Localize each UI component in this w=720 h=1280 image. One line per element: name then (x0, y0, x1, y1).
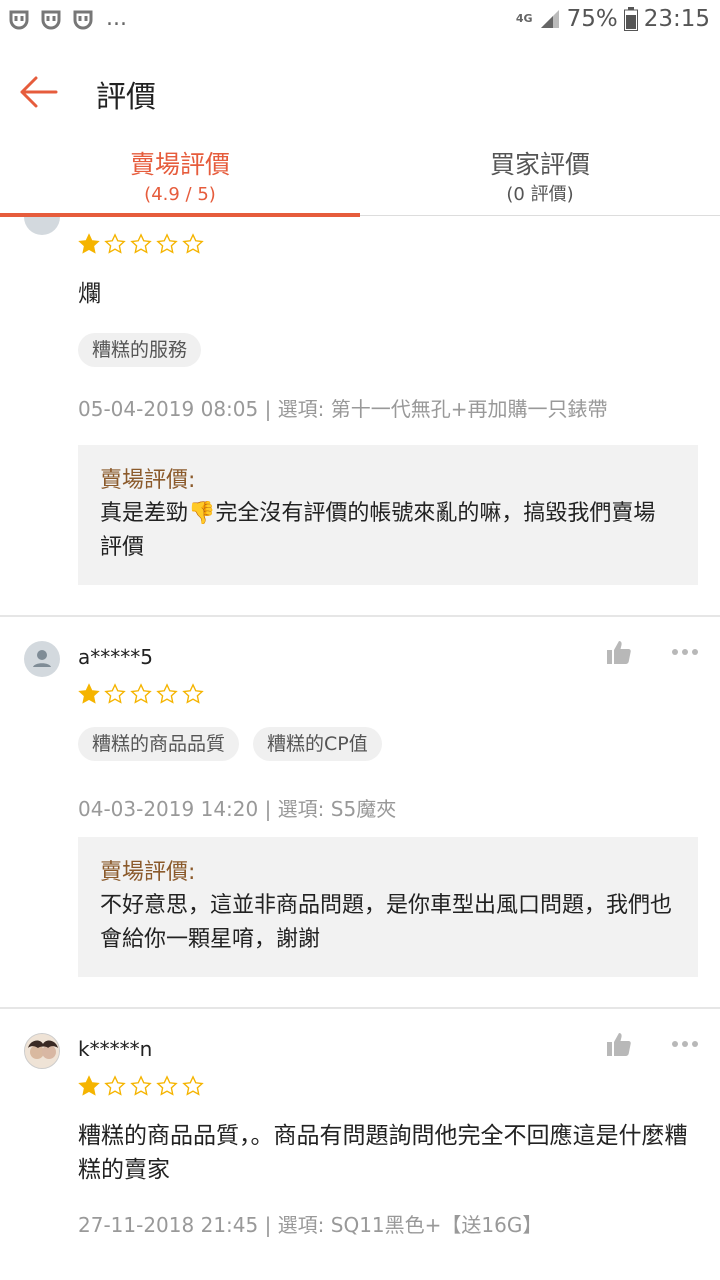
reviewer-username: a*****5 (78, 645, 153, 669)
system-icons: 4G 75% 23:15 (516, 6, 710, 32)
review-meta: 27-11-2018 21:45 | 選項: SQ11黑色+【送16G】 (78, 1213, 543, 1237)
star-rating (78, 233, 204, 255)
mi-app-icon (41, 10, 61, 30)
network-type: 4G (515, 12, 533, 25)
star-empty-icon (104, 683, 126, 704)
review-list[interactable]: 爛 糟糕的服務 05-04-2019 08:05 | 選項: 第十一代無孔+再加… (0, 217, 720, 1280)
seller-reply-text: 真是差勁👎完全沒有評價的帳號來亂的嘛，搞毀我們賣場評價 (100, 501, 656, 560)
mi-app-icon (9, 10, 29, 30)
default-user-icon (33, 650, 51, 667)
more-options-icon[interactable] (670, 1037, 700, 1051)
signal-icon (540, 10, 559, 28)
clock: 23:15 (643, 6, 710, 32)
review-comment: 糟糕的商品品質，。商品有問題詢問他完全不回應這是什麼糟糕的賣家 (78, 1123, 688, 1183)
star-empty-icon (182, 683, 204, 704)
star-empty-icon (130, 683, 152, 704)
tab-score: (4.9 / 5) (144, 184, 216, 205)
seller-reply: 賣場評價: 真是差勁👎完全沒有評價的帳號來亂的嘛，搞毀我們賣場評價 (78, 445, 698, 585)
more-options-icon[interactable] (670, 645, 700, 659)
star-empty-icon (156, 1075, 178, 1096)
seller-reply: 賣場評價: 不好意思，這並非商品問題，是你車型出風口問題，我們也會給你一顆星唷，… (78, 837, 698, 977)
star-empty-icon (130, 233, 152, 254)
star-filled-icon (78, 233, 100, 254)
star-empty-icon (182, 233, 204, 254)
star-rating (78, 1075, 204, 1097)
review-item: 爛 糟糕的服務 05-04-2019 08:05 | 選項: 第十一代無孔+再加… (0, 217, 720, 615)
tab-count: (0 評價) (506, 184, 574, 205)
star-rating (78, 683, 204, 705)
back-arrow-icon[interactable] (16, 72, 60, 112)
review-tags: 糟糕的商品品質 糟糕的CP值 (78, 727, 382, 761)
more-notifications: ... (106, 6, 127, 31)
mi-app-icon (73, 10, 93, 30)
star-empty-icon (156, 233, 178, 254)
review-tags: 糟糕的服務 (78, 333, 202, 367)
tab-label: 買家評價 (489, 150, 590, 179)
avatar (24, 1033, 60, 1069)
thumbs-up-icon[interactable] (604, 1029, 634, 1059)
star-empty-icon (130, 1075, 152, 1096)
reviewer-username: k*****n (78, 1037, 153, 1061)
review-item: a*****5 糟糕的商品品質 糟糕的CP值 04-03-2019 14:20 … (0, 615, 720, 1007)
review-meta: 04-03-2019 14:20 | 選項: S5魔夾 (78, 797, 397, 821)
avatar (24, 641, 60, 677)
review-comment: 爛 (78, 281, 101, 307)
star-empty-icon (104, 1075, 126, 1096)
star-empty-icon (156, 683, 178, 704)
review-tag: 糟糕的商品品質 (78, 727, 240, 761)
star-empty-icon (182, 1075, 204, 1096)
seller-reply-text: 不好意思，這並非商品問題，是你車型出風口問題，我們也會給你一顆星唷，謝謝 (100, 893, 673, 952)
avatar (24, 217, 60, 235)
page-title: 評價 (96, 80, 156, 115)
tab-buyer-ratings[interactable]: 買家評價 (0 評價) (360, 140, 720, 216)
seller-reply-title: 賣場評價: (100, 468, 196, 493)
tab-shop-ratings[interactable]: 賣場評價 (4.9 / 5) (0, 140, 360, 217)
app-header: 評價 (0, 56, 720, 132)
notification-icons: ... (8, 8, 127, 30)
review-item: k*****n 糟糕的商品品質，。商品有問題詢問他完全不回應這是什麼糟糕的賣家 … (0, 1007, 720, 1280)
review-tag: 糟糕的CP值 (253, 727, 382, 761)
tab-bar: 賣場評價 (4.9 / 5) 買家評價 (0 評價) (0, 140, 720, 217)
status-bar: ... 4G 75% 23:15 (0, 0, 720, 44)
review-tag: 糟糕的服務 (78, 333, 202, 367)
star-filled-icon (78, 683, 100, 704)
seller-reply-title: 賣場評價: (100, 860, 196, 885)
star-filled-icon (78, 1075, 100, 1096)
battery-icon (623, 7, 638, 31)
review-meta: 05-04-2019 08:05 | 選項: 第十一代無孔+再加購一只錶帶 (78, 397, 608, 421)
tab-label: 賣場評價 (129, 150, 230, 179)
user-photo-avatar (25, 1034, 59, 1068)
battery-percent: 75% (566, 6, 618, 32)
star-empty-icon (104, 233, 126, 254)
thumbs-up-icon[interactable] (604, 637, 634, 667)
